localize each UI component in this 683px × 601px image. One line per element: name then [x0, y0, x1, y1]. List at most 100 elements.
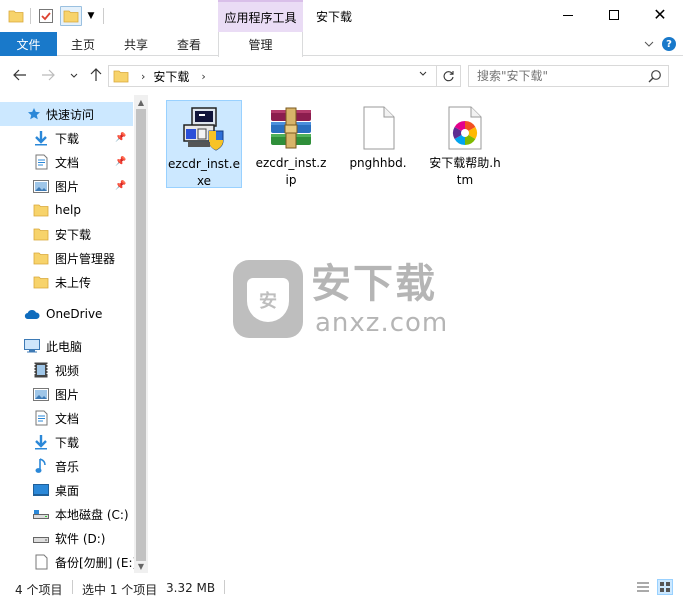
expand-ribbon-icon[interactable]: [641, 36, 657, 52]
sidebar-item-label: 安下载: [55, 227, 92, 242]
file-item[interactable]: ezcdr_inst.exe: [166, 100, 242, 188]
maximize-button[interactable]: [591, 0, 637, 30]
forward-button[interactable]: [38, 66, 58, 84]
sidebar-item-anxiazai[interactable]: 安下载: [0, 222, 132, 246]
context-tab-group: 应用程序工具: [218, 0, 303, 32]
large-icons-view-button[interactable]: [657, 579, 673, 595]
sidebar-item-label: 文档: [55, 411, 80, 426]
scroll-thumb[interactable]: [136, 109, 146, 561]
navigation-pane: 快速访问 下载 📌 文档 📌 图片 📌 help 安下载 图片管理器 未上传 O…: [0, 95, 150, 573]
file-item[interactable]: 安下载帮助.htm: [427, 100, 503, 188]
file-item[interactable]: pnghhbd.: [340, 100, 416, 188]
sidebar-item-label: OneDrive: [46, 307, 103, 321]
sidebar-item-pc-downloads[interactable]: 下载: [0, 430, 132, 454]
sidebar-item-label: 图片管理器: [55, 251, 116, 266]
recent-locations-button[interactable]: [64, 66, 84, 84]
arrow-left-icon: [13, 69, 26, 81]
sidebar-item-label: 视频: [55, 363, 80, 378]
file-name: pnghhbd.: [349, 156, 407, 170]
back-button[interactable]: [10, 66, 30, 84]
picture-icon: [33, 386, 49, 402]
sidebar-item-pictures[interactable]: 图片 📌: [0, 174, 132, 198]
scroll-up-icon[interactable]: ▲: [134, 95, 148, 109]
sidebar-item-desktop[interactable]: 桌面: [0, 478, 132, 502]
search-icon[interactable]: [648, 69, 662, 86]
help-button[interactable]: ?: [661, 36, 677, 52]
minimize-icon: [563, 14, 573, 16]
drive-icon: [33, 530, 49, 546]
sidebar-item-documents[interactable]: 文档 📌: [0, 150, 132, 174]
sidebar-item-label: 软件 (D:): [55, 531, 106, 546]
file-name: ezcdr_inst.exe: [168, 157, 240, 188]
minimize-button[interactable]: [545, 0, 591, 30]
tab-manage[interactable]: 管理: [218, 32, 303, 57]
large-icons-view-icon: [660, 582, 670, 592]
close-button[interactable]: ✕: [637, 0, 683, 30]
sidebar-item-label: 此电脑: [46, 339, 83, 354]
tab-home[interactable]: 主页: [58, 32, 108, 56]
sidebar-item-help[interactable]: help: [0, 198, 132, 222]
tab-view[interactable]: 查看: [164, 32, 214, 56]
search-input[interactable]: [477, 69, 647, 83]
sidebar-item-drive-e[interactable]: 备份[勿删] (E:): [0, 550, 137, 573]
watermark-text-cn: 安下载: [311, 261, 437, 307]
help-icon: ?: [662, 37, 676, 51]
sidebar-item-this-pc[interactable]: 此电脑: [0, 334, 132, 358]
details-view-icon: [637, 582, 649, 592]
tab-share[interactable]: 共享: [110, 32, 162, 56]
nav-scrollbar[interactable]: ▲ ▼: [134, 95, 148, 573]
item-count: 4 个项目: [15, 583, 63, 597]
properties-icon[interactable]: [38, 6, 56, 26]
sidebar-item-music[interactable]: 音乐: [0, 454, 132, 478]
close-icon: ✕: [653, 5, 667, 24]
folder-icon: [33, 202, 49, 218]
separator: [30, 8, 31, 24]
refresh-button[interactable]: [436, 66, 460, 86]
watermark-logo: 安 安下载 anxz.com: [233, 260, 449, 342]
sidebar-item-pc-pictures[interactable]: 图片: [0, 382, 132, 406]
file-name: ezcdr_inst.zip: [255, 156, 327, 187]
address-bar[interactable]: › 安下载 ›: [108, 65, 461, 87]
file-item[interactable]: ezcdr_inst.zip: [253, 100, 329, 188]
customize-toolbar-icon[interactable]: ▼: [86, 6, 96, 26]
separator: [72, 580, 73, 594]
up-button[interactable]: [86, 66, 106, 84]
sidebar-item-label: 文档: [55, 155, 80, 170]
sidebar-item-onedrive[interactable]: OneDrive: [0, 302, 132, 326]
sidebar-item-videos[interactable]: 视频: [0, 358, 132, 382]
sidebar-item-picture-manager[interactable]: 图片管理器: [0, 246, 132, 270]
sidebar-item-quick-access[interactable]: 快速访问: [0, 102, 133, 126]
address-history-icon[interactable]: [419, 69, 427, 79]
picture-icon: [33, 178, 49, 194]
drive-icon: [33, 554, 49, 570]
details-view-button[interactable]: [635, 579, 651, 595]
scroll-down-icon[interactable]: ▼: [134, 559, 148, 573]
arrow-up-icon: [90, 68, 102, 81]
computer-icon: [24, 338, 40, 354]
watermark-text-en: anxz.com: [315, 308, 449, 338]
new-folder-icon[interactable]: [60, 6, 82, 26]
chevron-right-icon[interactable]: ›: [201, 70, 205, 83]
sidebar-item-label: help: [55, 203, 81, 217]
sidebar-item-label: 下载: [55, 131, 80, 146]
chevron-down-icon: [70, 73, 78, 78]
status-bar: 4 个项目 选中 1 个项目 3.32 MB: [0, 573, 683, 601]
sidebar-item-not-uploaded[interactable]: 未上传: [0, 270, 132, 294]
pin-icon[interactable]: 📌: [115, 181, 126, 191]
sidebar-item-label: 本地磁盘 (C:): [55, 507, 129, 522]
search-box[interactable]: [468, 65, 669, 87]
pin-icon[interactable]: 📌: [115, 133, 126, 143]
sidebar-item-drive-d[interactable]: 软件 (D:): [0, 526, 132, 550]
cloud-icon: [24, 306, 40, 322]
sidebar-item-drive-c[interactable]: 本地磁盘 (C:): [0, 502, 132, 526]
tab-file[interactable]: 文件: [0, 32, 57, 56]
chevron-right-icon[interactable]: ›: [141, 70, 145, 83]
download-icon: [33, 434, 49, 450]
drive-icon: [33, 506, 49, 522]
pin-icon[interactable]: 📌: [115, 157, 126, 167]
folder-icon[interactable]: [8, 6, 26, 26]
sidebar-item-downloads[interactable]: 下载 📌: [0, 126, 132, 150]
breadcrumb-item[interactable]: 安下载: [153, 68, 189, 85]
folder-icon: [33, 226, 49, 242]
sidebar-item-pc-documents[interactable]: 文档: [0, 406, 132, 430]
